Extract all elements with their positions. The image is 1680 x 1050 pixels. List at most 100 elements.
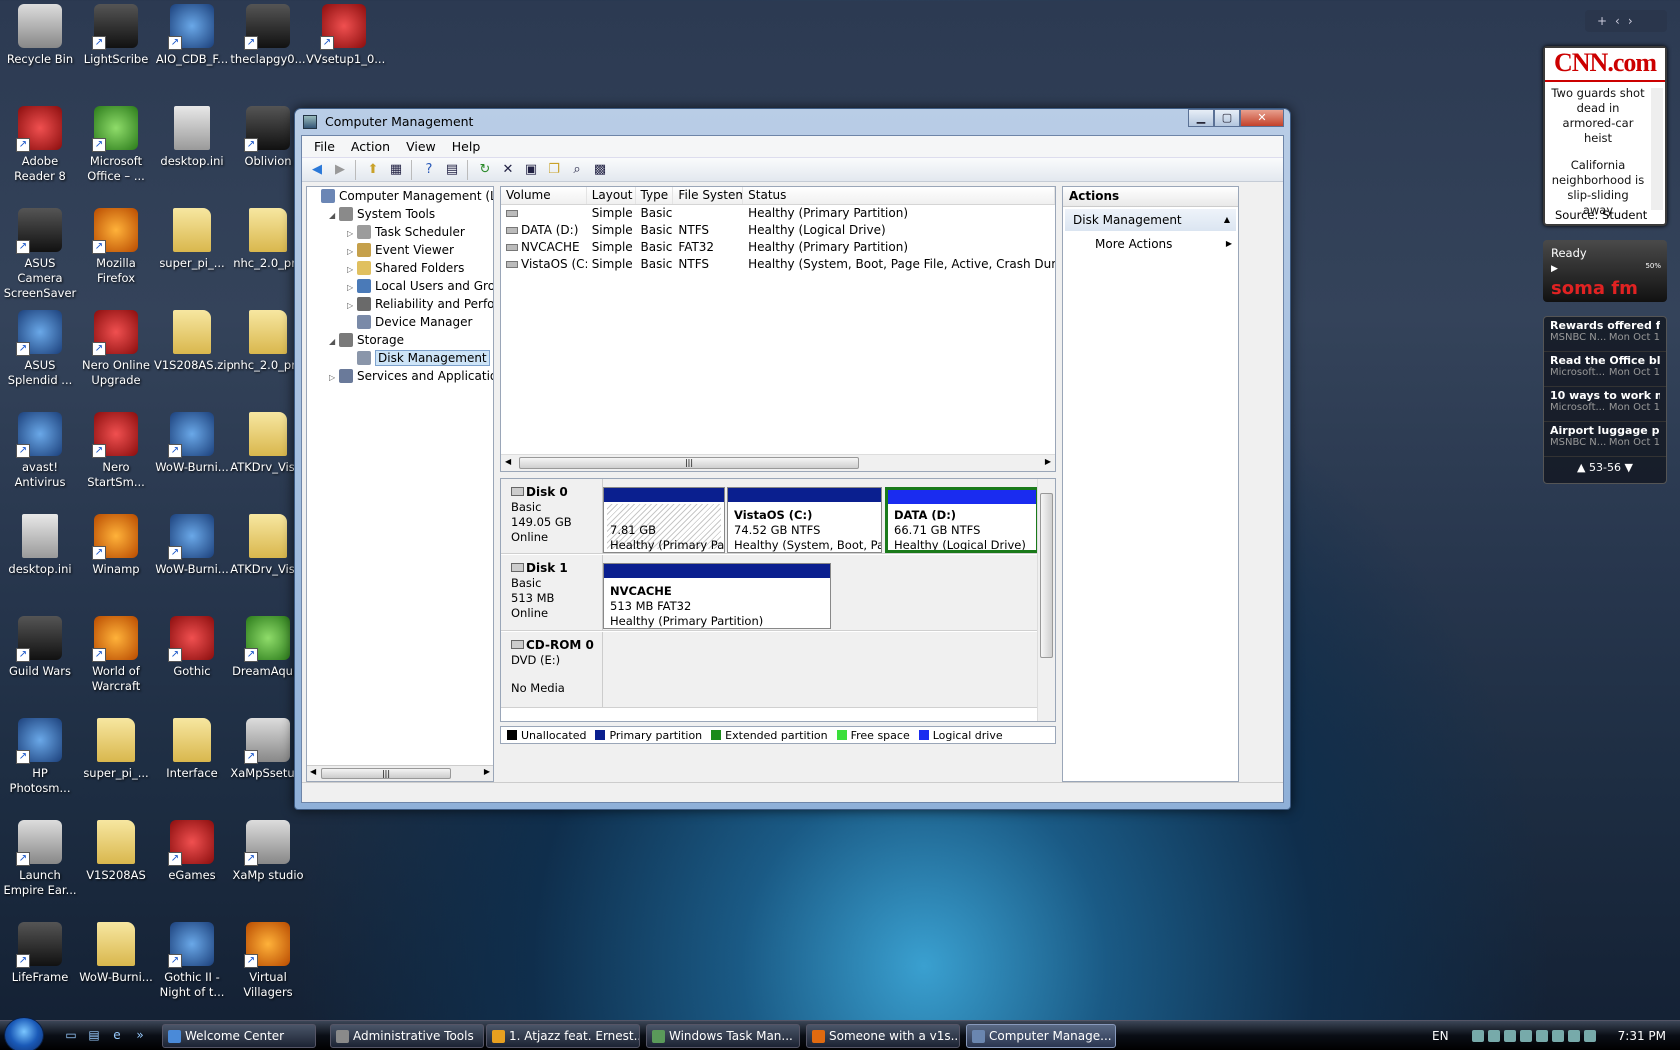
tray-icons[interactable] [1472,1030,1600,1042]
tray-icon[interactable] [1520,1030,1532,1042]
disk-scroll-thumb[interactable] [1040,493,1053,658]
taskbar-button[interactable]: Administrative Tools [330,1024,484,1048]
desktop-icon[interactable]: desktop.ini [2,512,78,577]
partition[interactable]: 7.81 GBHealthy (Primary Partit [603,487,725,553]
tray-icon[interactable] [1552,1030,1564,1042]
show-desktop-icon[interactable]: ▭ [62,1028,80,1044]
disk-label[interactable]: Disk 0 Basic 149.05 GB Online [501,479,603,553]
desktop-icon[interactable]: Interface [154,716,230,781]
close-button[interactable]: ✕ [1240,109,1284,127]
desktop-icon[interactable]: ↗ Adobe Reader 8 [2,104,78,184]
tree-node[interactable]: ▷ Services and Applications [307,367,493,385]
more-actions-item[interactable]: More Actions ▶ [1063,233,1238,255]
title-bar[interactable]: Computer Management ▁ ▢ ✕ [295,109,1290,135]
settings-icon[interactable]: ▩ [589,160,611,180]
volume-row[interactable]: NVCACHE Simple Basic FAT32 Healthy (Primary … [501,239,1055,256]
desktop-icon[interactable]: ↗ LifeFrame [2,920,78,985]
collapse-icon[interactable]: ▲ [1224,209,1230,231]
desktop-icon[interactable]: ↗ Gothic II - Night of t... [154,920,230,1000]
minimize-button[interactable]: ▁ [1188,109,1214,127]
switch-windows-icon[interactable]: ▤ [85,1028,103,1044]
col-type[interactable]: Type [636,187,674,204]
menu-help[interactable]: Help [444,139,489,154]
sidebar-controls[interactable]: +‹› [1585,10,1667,32]
disk-vertical-scrollbar[interactable] [1037,479,1055,721]
show-hide-tree-icon[interactable]: ▦ [385,160,407,180]
disk-label[interactable]: CD-ROM 0 DVD (E:) No Media [501,632,603,707]
partition[interactable]: DATA (D:) 66.71 GB NTFS Healthy (Logical D… [885,487,1039,553]
desktop-icon[interactable]: V1S208AS [78,818,154,883]
cnn-story-1[interactable]: Two guards shot dead in armored-car heis… [1545,82,1665,146]
taskbar-button[interactable]: Computer Manage... [966,1024,1116,1048]
taskbar-button[interactable]: Welcome Center [162,1024,316,1048]
cnn-scrollbar[interactable] [1651,88,1663,210]
desktop-icon[interactable]: ↗ avast! Antivirus [2,410,78,490]
taskbar-button[interactable]: 1. Atjazz feat. Ernest... [486,1024,640,1048]
desktop-icon[interactable]: ↗ World of Warcraft [78,614,154,694]
desktop-icon[interactable]: ↗ Mozilla Firefox [78,206,154,286]
desktop-icon[interactable]: ↗ XaMp studio [230,818,306,883]
tree-node[interactable]: ▷ Task Scheduler [307,223,493,241]
desktop-icon[interactable]: ↗ HP Photosm... [2,716,78,796]
tray-icon[interactable] [1488,1030,1500,1042]
desktop-icon[interactable]: ↗ AIO_CDB_F... [154,2,230,67]
network-icon[interactable] [1568,1030,1580,1042]
menu-file[interactable]: File [306,139,343,154]
desktop-icon[interactable]: ↗ theclapgy0... [230,2,306,67]
desktop-icon[interactable]: desktop.ini [154,104,230,169]
desktop-icon[interactable]: ↗ eGames [154,818,230,883]
news-item[interactable]: Read the Office blogsMicrosoft...Mon Oct… [1544,352,1666,387]
tree-node[interactable]: Disk Management [307,349,493,367]
scroll-left-icon[interactable]: ◀ [310,767,316,776]
tree-scroll-thumb[interactable]: ||| [321,768,451,779]
tree-node[interactable]: ◢ System Tools [307,205,493,223]
tree-node[interactable]: Device Manager [307,313,493,331]
desktop-icon[interactable]: ↗ Winamp [78,512,154,577]
tree-node[interactable]: Computer Management (Local [307,187,493,205]
disk-label[interactable]: Disk 1 Basic 513 MB Online [501,555,603,630]
somafm-gadget[interactable]: Ready ▶ 50% soma fm [1543,240,1667,302]
forward-icon[interactable]: ▶ [329,160,351,180]
maximize-button[interactable]: ▢ [1214,109,1240,127]
news-item[interactable]: Rewards offered for ...MSNBC N...Mon Oct… [1544,317,1666,352]
desktop-icon[interactable]: ↗ ASUS Splendid ... [2,308,78,388]
news-item[interactable]: Airport luggage probl...MSNBC N...Mon Oc… [1544,422,1666,457]
tree-node[interactable]: ▷ Event Viewer [307,241,493,259]
search-icon[interactable]: ⌕ [566,160,588,180]
desktop-icon[interactable]: ↗ WoW-Burni... [154,410,230,475]
tree-node[interactable]: ▷ Shared Folders [307,259,493,277]
volume-horizontal-scrollbar[interactable]: ◀ ||| ▶ [501,454,1055,471]
show-hide-action-pane-icon[interactable]: ▤ [441,160,463,180]
desktop-icon[interactable]: ↗ Nero Online Upgrade [78,308,154,388]
tree-node[interactable]: ▷Reliability and Performa [307,295,493,313]
volume-row[interactable]: DATA (D:) Simple Basic NTFS Healthy (Logical… [501,222,1055,239]
desktop-icon[interactable]: ↗ WoW-Burni... [154,512,230,577]
desktop-icon[interactable]: V1S208AS.zip [154,308,234,373]
tree-horizontal-scrollbar[interactable]: ◀ ||| ▶ [307,765,493,781]
clock[interactable]: 7:31 PM [1618,1021,1666,1050]
delete-icon[interactable]: ✕ [497,160,519,180]
tray-icon[interactable] [1536,1030,1548,1042]
col-volume[interactable]: Volume [501,187,587,204]
desktop-icon[interactable]: ↗ LightScribe [78,2,154,67]
back-icon[interactable]: ◀ [306,160,328,180]
desktop-icon[interactable]: ↗ Guild Wars [2,614,78,679]
scroll-right-icon[interactable]: ▶ [484,767,490,776]
help-icon[interactable]: ? [418,160,440,180]
desktop-icon[interactable]: super_pi_... [78,716,154,781]
desktop-icon[interactable]: ↗ ASUS Camera ScreenSaver [2,206,78,301]
menu-action[interactable]: Action [343,139,398,154]
scroll-right-icon[interactable]: ▶ [1045,457,1051,466]
language-indicator[interactable]: EN [1432,1021,1449,1050]
news-next-icon[interactable]: ▼ [1621,461,1632,474]
cnn-gadget[interactable]: CNN.com Two guards shot dead in armored-… [1543,46,1667,226]
start-button[interactable] [4,1017,44,1050]
tree-node[interactable]: ◢ Storage [307,331,493,349]
desktop-icon[interactable]: WoW-Burni... [78,920,154,985]
open-icon[interactable]: ❐ [543,160,565,180]
quick-launch-more-icon[interactable]: » [131,1028,149,1044]
desktop-icon[interactable]: ↗ Launch Empire Ear... [2,818,78,898]
up-folder-icon[interactable]: ⬆ [362,160,384,180]
tray-icon[interactable] [1504,1030,1516,1042]
volume-row[interactable]: VistaOS (C:) Simple Basic NTFS Healthy (Syst… [501,256,1055,273]
